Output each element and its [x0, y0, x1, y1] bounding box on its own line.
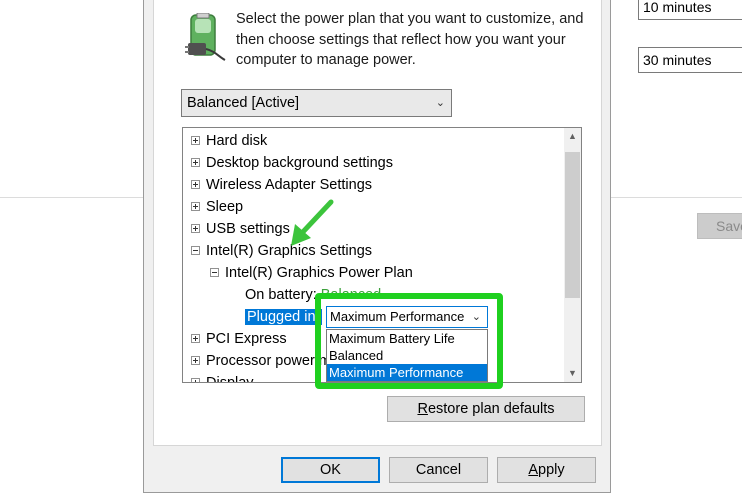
on-battery-value[interactable]: Balanced [321, 287, 381, 303]
scroll-up-arrow-icon[interactable]: ▲ [564, 128, 581, 145]
ok-button[interactable]: OK [281, 457, 380, 483]
green-arrow-icon [291, 199, 334, 246]
tree-item-label: Hard disk [206, 133, 268, 149]
chevron-down-icon: ⌄ [471, 311, 481, 323]
tree-item-wireless-adapter[interactable]: Wireless Adapter Settings [191, 174, 372, 196]
scrollbar-thumb[interactable] [565, 152, 580, 298]
collapse-minus-icon[interactable] [210, 267, 219, 277]
tree-item-label: Wireless Adapter Settings [206, 177, 373, 193]
tree-item-label: Intel(R) Graphics Power Plan [225, 265, 413, 281]
vertical-scrollbar[interactable]: ▲ ▼ [564, 128, 581, 382]
tree-item-sleep[interactable]: Sleep [191, 196, 243, 218]
sleep-after-field[interactable]: 10 minutes [638, 0, 742, 20]
expand-plus-icon[interactable] [191, 201, 200, 211]
tree-item-label: Display [206, 375, 254, 383]
option-maximum-performance[interactable]: Maximum Performance [327, 364, 487, 381]
tree-item-usb[interactable]: USB settings [191, 218, 290, 240]
tree-item-label: USB settings [206, 221, 290, 237]
expand-plus-icon[interactable] [191, 355, 200, 365]
dialog-content-panel: Select the power plan that you want to c… [153, 0, 602, 446]
restore-label: estore plan defaults [427, 401, 555, 417]
power-plan-select-value: Balanced [Active] [187, 95, 300, 111]
power-plan-select[interactable]: Balanced [Active] ⌄ [181, 89, 452, 117]
plugged-in-select-value: Maximum Performance [330, 309, 465, 324]
plugged-in-options-list[interactable]: Maximum Battery Life Balanced Maximum Pe… [326, 329, 488, 382]
tree-item-display[interactable]: Display [191, 372, 254, 383]
expand-plus-icon[interactable] [191, 377, 200, 382]
on-battery-label: On battery: [245, 287, 317, 303]
option-maximum-battery-life[interactable]: Maximum Battery Life [327, 330, 487, 347]
apply-label: pply [538, 462, 565, 478]
tree-item-intel-power-plan[interactable]: Intel(R) Graphics Power Plan [210, 262, 413, 284]
plugged-in-select[interactable]: Maximum Performance ⌄ [326, 306, 488, 328]
power-options-dialog: Select the power plan that you want to c… [143, 0, 611, 493]
option-balanced[interactable]: Balanced [327, 347, 487, 364]
expand-plus-icon[interactable] [191, 223, 200, 233]
hibernate-after-field[interactable]: 30 minutes [638, 47, 742, 73]
tree-item-label: Sleep [206, 199, 244, 215]
collapse-minus-icon[interactable] [191, 245, 200, 255]
save-button[interactable]: Save [697, 213, 742, 239]
tree-item-desktop-background[interactable]: Desktop background settings [191, 152, 393, 174]
plugged-in-label[interactable]: Plugged in: [245, 309, 322, 325]
tree-item-hard-disk[interactable]: Hard disk [191, 130, 267, 152]
expand-plus-icon[interactable] [191, 179, 200, 189]
apply-button[interactable]: Apply [497, 457, 596, 483]
restore-plan-defaults-button[interactable]: Restore plan defaults [387, 396, 585, 422]
tree-item-intel-graphics[interactable]: Intel(R) Graphics Settings [191, 240, 372, 262]
restore-access-key: R [417, 401, 428, 417]
tree-item-label: PCI Express [206, 331, 287, 347]
apply-access-key: A [528, 462, 539, 478]
scroll-down-arrow-icon[interactable]: ▼ [564, 365, 581, 382]
chevron-down-icon: ⌄ [435, 97, 445, 109]
expand-plus-icon[interactable] [191, 333, 200, 343]
expand-plus-icon[interactable] [191, 135, 200, 145]
tree-item-label: Desktop background settings [206, 155, 393, 171]
intro-text: Select the power plan that you want to c… [236, 11, 584, 68]
tree-item-plugged-in[interactable]: Plugged in: [245, 306, 322, 328]
tree-item-pci-express[interactable]: PCI Express [191, 328, 287, 350]
cancel-button[interactable]: Cancel [389, 457, 488, 483]
expand-plus-icon[interactable] [191, 157, 200, 167]
battery-power-icon [185, 13, 226, 61]
tree-item-on-battery[interactable]: On battery: Balanced [245, 284, 381, 306]
